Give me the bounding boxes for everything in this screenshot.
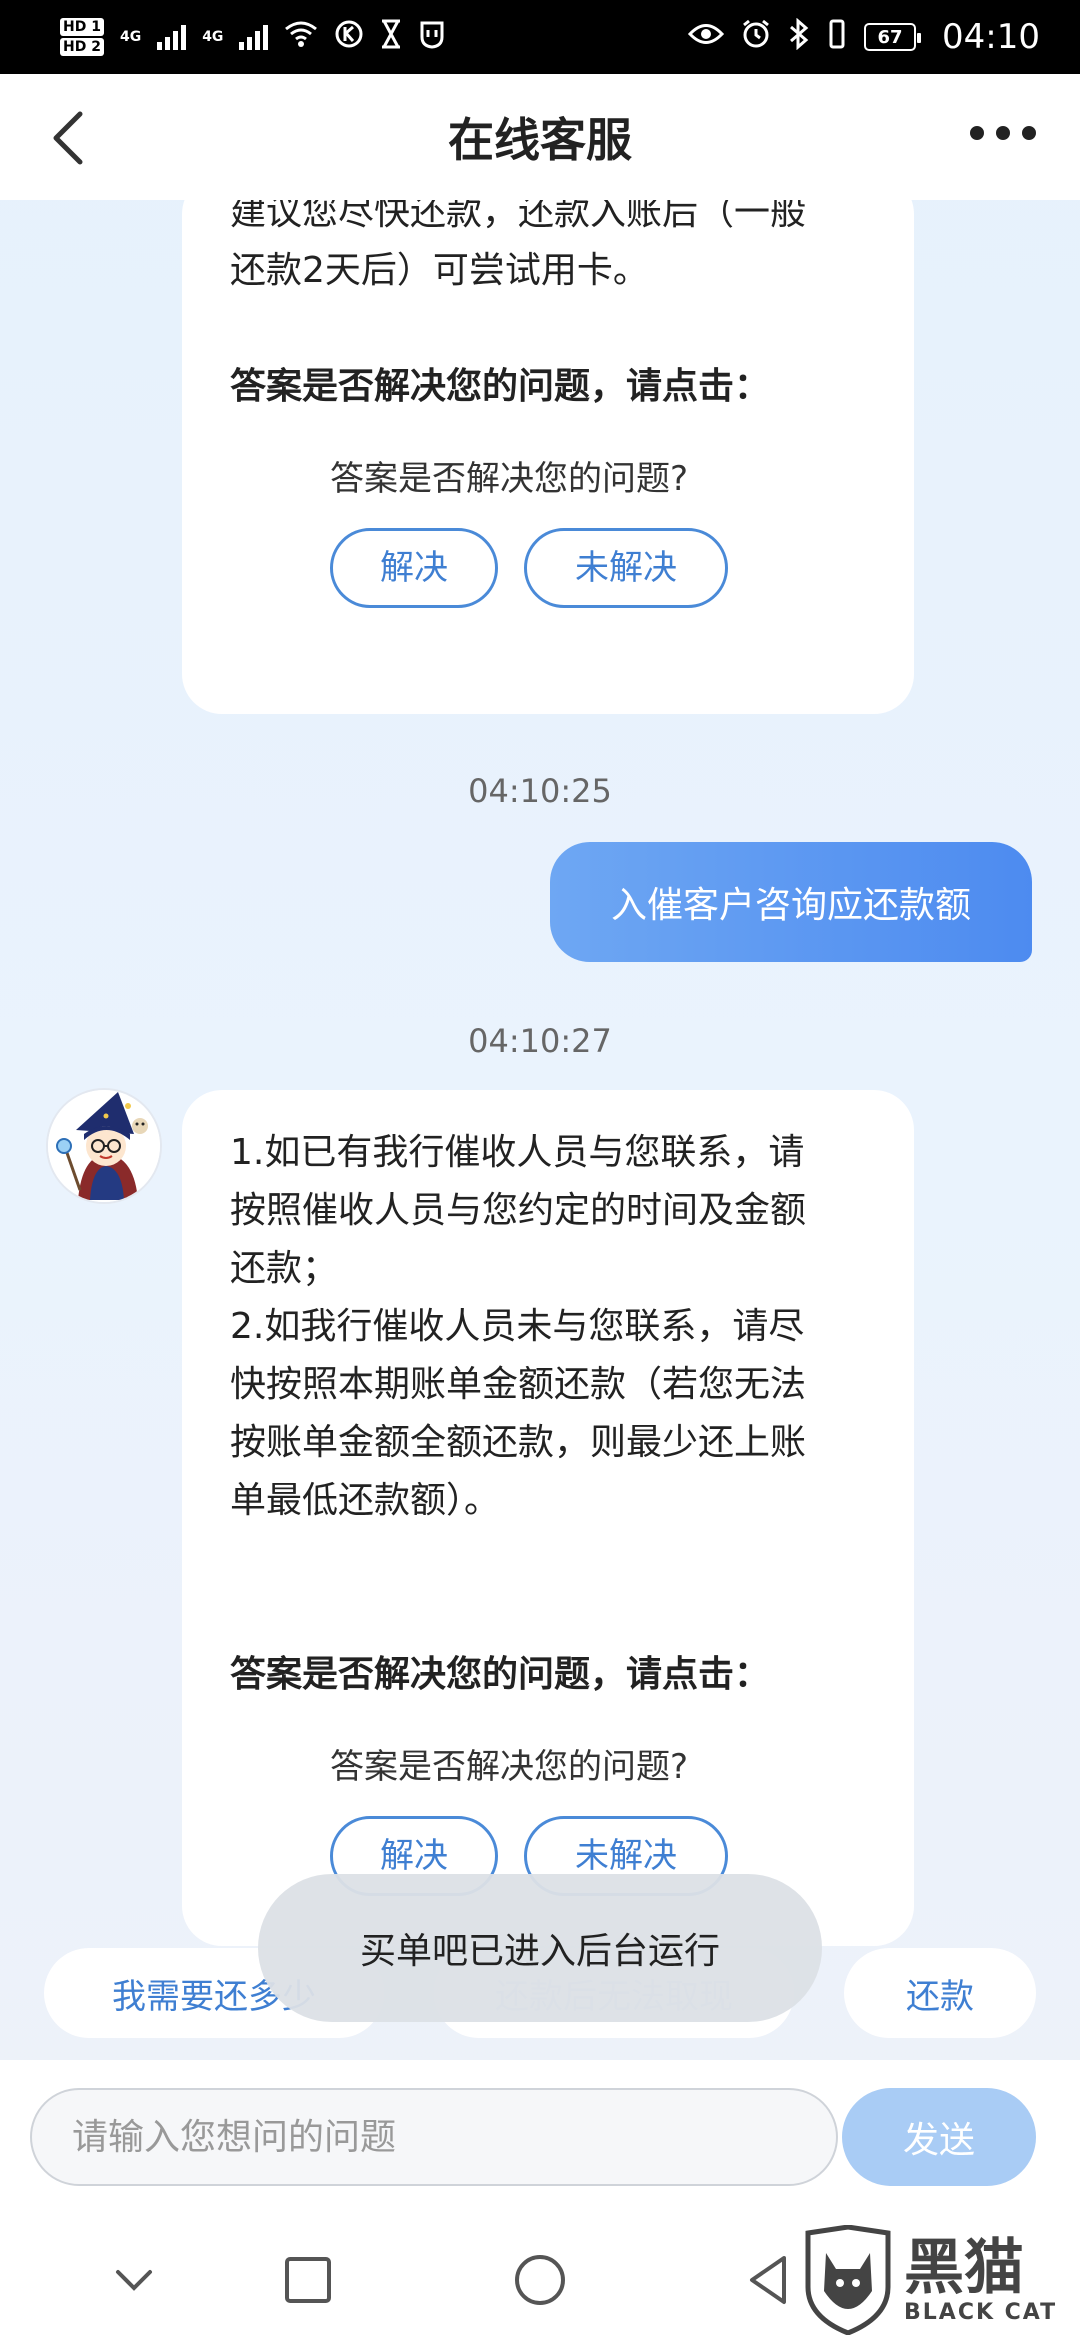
signal-type-1: 4G	[119, 29, 142, 45]
more-options-icon[interactable]	[970, 126, 1036, 140]
alarm-icon	[740, 18, 772, 56]
message-text-line: 按照催收人员与您约定的时间及金额	[230, 1190, 807, 1231]
app-header: 在线客服	[0, 74, 1080, 200]
blackcat-watermark: 黑猫 BLACK CAT	[800, 2224, 1070, 2336]
message-text-line: 单最低还款额）。	[230, 1480, 501, 1521]
status-left: HD 1 HD 2 4G 4G	[60, 17, 446, 57]
signal-bars-2-icon	[239, 24, 269, 50]
message-text-line: 按账单金额全额还款，则最少还上账	[230, 1422, 807, 1463]
message-text-line: 快按照本期账单金额还款（若您无法	[230, 1364, 807, 1405]
eye-icon	[687, 21, 725, 53]
watermark-cn: 黑猫	[904, 2232, 1024, 2303]
message-text-line: 1.如已有我行催收人员与您联系，请	[230, 1132, 805, 1173]
hourglass-icon	[380, 19, 402, 55]
resolved-button[interactable]: 解决	[330, 528, 498, 608]
input-bar: 发送	[0, 2060, 1080, 2220]
message-timestamp: 04:10:25	[468, 772, 612, 810]
page-title: 在线客服	[448, 113, 632, 167]
battery-icon: 67	[864, 23, 922, 51]
message-text-line: 还款；	[230, 1248, 339, 1289]
chat-area[interactable]: 建议您尽快还款，还款入账后（一般 还款2天后）可尝试用卡。 答案是否解决您的问题…	[0, 200, 1080, 2060]
message-text-line: 还款2天后）可尝试用卡。	[230, 250, 649, 291]
feedback-question: 答案是否解决您的问题?	[330, 1747, 689, 1787]
hd1-label: HD 1	[60, 18, 104, 36]
hd2-label: HD 2	[60, 38, 104, 56]
question-input[interactable]	[30, 2088, 838, 2186]
k-circle-icon	[334, 19, 364, 55]
wifi-icon	[284, 20, 318, 54]
bot-message-bubble: 1.如已有我行催收人员与您联系，请 按照催收人员与您约定的时间及金额 还款； 2…	[182, 1090, 914, 1946]
feedback-buttons: 解决 未解决	[230, 528, 852, 608]
status-right: 67 04:10	[687, 17, 1040, 57]
bot-avatar	[46, 1088, 162, 1204]
unresolved-button[interactable]: 未解决	[524, 528, 728, 608]
collapse-chevron-icon[interactable]	[104, 2250, 164, 2310]
feedback-question: 答案是否解决您的问题?	[330, 459, 689, 499]
black-cat-shield-icon	[805, 2225, 891, 2335]
home-circle-icon[interactable]	[510, 2250, 570, 2310]
status-bar: HD 1 HD 2 4G 4G 67 04:10	[0, 0, 1080, 74]
shield-app-icon	[418, 19, 446, 55]
watermark-en: BLACK CAT	[904, 2299, 1058, 2325]
back-arrow-icon[interactable]	[44, 110, 94, 166]
bot-message-bubble: 建议您尽快还款，还款入账后（一般 还款2天后）可尝试用卡。 答案是否解决您的问题…	[182, 200, 914, 714]
send-button[interactable]: 发送	[842, 2088, 1036, 2186]
user-message-bubble: 入催客户咨询应还款额	[550, 842, 1032, 962]
message-text-line: 建议您尽快还款，还款入账后（一般	[230, 200, 807, 233]
status-time: 04:10	[942, 17, 1040, 57]
back-triangle-icon[interactable]	[740, 2250, 800, 2310]
hd-indicator: HD 1 HD 2	[60, 17, 104, 57]
wizard-mascot-icon	[48, 1090, 160, 1202]
message-text-line: 2.如我行催收人员未与您联系，请尽	[230, 1306, 805, 1347]
quick-reply-repay[interactable]: 还款	[844, 1948, 1036, 2038]
bluetooth-icon	[788, 17, 810, 56]
vibrate-icon	[826, 18, 848, 56]
feedback-title: 答案是否解决您的问题，请点击：	[230, 1654, 771, 1695]
signal-bars-1-icon	[157, 24, 187, 50]
feedback-title: 答案是否解决您的问题，请点击：	[230, 366, 771, 407]
signal-type-2: 4G	[202, 29, 224, 45]
message-timestamp: 04:10:27	[468, 1022, 612, 1060]
watermark-text: 黑猫 BLACK CAT	[904, 2236, 1057, 2325]
recent-apps-square-icon[interactable]	[278, 2250, 338, 2310]
background-toast: 买单吧已进入后台运行	[258, 1874, 822, 2022]
